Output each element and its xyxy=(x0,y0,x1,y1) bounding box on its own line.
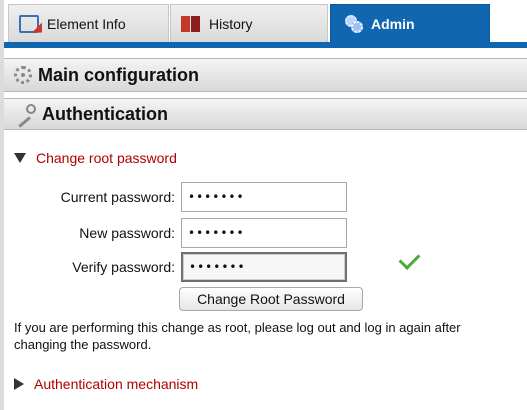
logout-note: If you are performing this change as roo… xyxy=(14,320,461,352)
verify-password-field[interactable] xyxy=(181,252,347,282)
expander-label: Authentication mechanism xyxy=(34,376,199,392)
tab-underline xyxy=(4,42,527,48)
authentication-mechanism-expander[interactable]: Authentication mechanism xyxy=(14,376,198,392)
key-icon xyxy=(14,104,36,128)
section-title: Main configuration xyxy=(38,64,199,85)
change-root-password-button[interactable]: Change Root Password xyxy=(179,287,363,311)
tab-admin[interactable]: Admin xyxy=(330,4,490,42)
triangle-right-icon xyxy=(14,378,24,390)
verify-password-label: Verify password: xyxy=(72,259,175,275)
tab-label: Element Info xyxy=(47,15,126,32)
gear-icon xyxy=(14,66,32,84)
current-password-field[interactable] xyxy=(181,182,347,212)
tab-label: Admin xyxy=(371,15,415,32)
tab-label: History xyxy=(209,15,253,32)
tab-element-info[interactable]: Element Info xyxy=(8,4,169,42)
section-authentication[interactable]: Authentication xyxy=(4,98,527,130)
history-book-icon xyxy=(181,15,201,32)
new-password-field[interactable] xyxy=(181,218,347,248)
section-main-configuration[interactable]: Main configuration xyxy=(4,58,527,92)
triangle-down-icon xyxy=(14,153,26,163)
change-root-password-expander[interactable]: Change root password xyxy=(14,150,177,166)
element-info-icon xyxy=(19,14,39,33)
section-title: Authentication xyxy=(42,103,168,124)
current-password-label: Current password: xyxy=(60,189,175,205)
admin-gears-icon xyxy=(345,14,363,33)
checkmark-icon xyxy=(398,248,421,270)
tab-bar: Element Info History Admin xyxy=(4,0,527,44)
new-password-label: New password: xyxy=(79,225,175,241)
tab-history[interactable]: History xyxy=(170,4,328,42)
expander-label: Change root password xyxy=(36,150,177,166)
